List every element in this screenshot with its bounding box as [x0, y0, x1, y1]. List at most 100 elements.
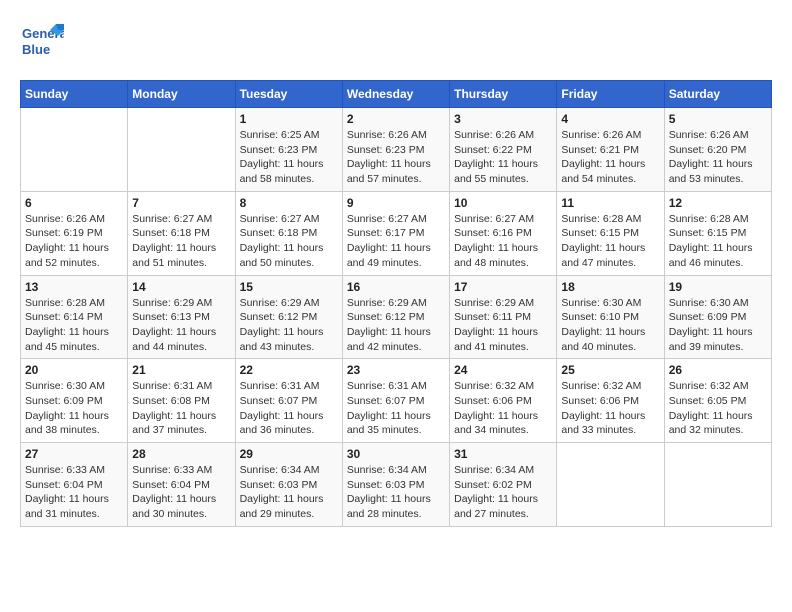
calendar-cell: 28 Sunrise: 6:33 AM Sunset: 6:04 PM Dayli…	[128, 443, 235, 527]
day-info: Sunrise: 6:27 AM Sunset: 6:16 PM Dayligh…	[454, 212, 552, 271]
day-header-thursday: Thursday	[450, 81, 557, 108]
day-info: Sunrise: 6:31 AM Sunset: 6:08 PM Dayligh…	[132, 379, 230, 438]
calendar-cell: 27 Sunrise: 6:33 AM Sunset: 6:04 PM Dayli…	[21, 443, 128, 527]
day-info: Sunrise: 6:28 AM Sunset: 6:15 PM Dayligh…	[561, 212, 659, 271]
day-number: 31	[454, 447, 552, 461]
day-number: 30	[347, 447, 445, 461]
day-number: 27	[25, 447, 123, 461]
day-info: Sunrise: 6:31 AM Sunset: 6:07 PM Dayligh…	[240, 379, 338, 438]
day-info: Sunrise: 6:27 AM Sunset: 6:18 PM Dayligh…	[132, 212, 230, 271]
day-header-sunday: Sunday	[21, 81, 128, 108]
day-info: Sunrise: 6:27 AM Sunset: 6:18 PM Dayligh…	[240, 212, 338, 271]
day-info: Sunrise: 6:33 AM Sunset: 6:04 PM Dayligh…	[25, 463, 123, 522]
day-header-saturday: Saturday	[664, 81, 771, 108]
calendar-cell: 1 Sunrise: 6:25 AM Sunset: 6:23 PM Daylig…	[235, 108, 342, 192]
day-info: Sunrise: 6:32 AM Sunset: 6:06 PM Dayligh…	[561, 379, 659, 438]
calendar-week-3: 13Sunrise: 6:28 AM Sunset: 6:14 PM Dayli…	[21, 275, 772, 359]
day-number: 28	[132, 447, 230, 461]
day-info: Sunrise: 6:32 AM Sunset: 6:06 PM Dayligh…	[454, 379, 552, 438]
day-number: 18	[561, 280, 659, 294]
calendar-cell	[128, 108, 235, 192]
day-number: 12	[669, 196, 767, 210]
day-header-wednesday: Wednesday	[342, 81, 449, 108]
calendar-cell: 26 Sunrise: 6:32 AM Sunset: 6:05 PM Dayli…	[664, 359, 771, 443]
calendar-week-1: 1 Sunrise: 6:25 AM Sunset: 6:23 PM Daylig…	[21, 108, 772, 192]
day-header-monday: Monday	[128, 81, 235, 108]
day-info: Sunrise: 6:26 AM Sunset: 6:22 PM Dayligh…	[454, 128, 552, 187]
day-number: 2	[347, 112, 445, 126]
day-info: Sunrise: 6:31 AM Sunset: 6:07 PM Dayligh…	[347, 379, 445, 438]
calendar-week-4: 20 Sunrise: 6:30 AM Sunset: 6:09 PM Dayli…	[21, 359, 772, 443]
calendar-table: SundayMondayTuesdayWednesdayThursdayFrid…	[20, 80, 772, 527]
day-number: 23	[347, 363, 445, 377]
calendar-cell: 30Sunrise: 6:34 AM Sunset: 6:03 PM Dayli…	[342, 443, 449, 527]
day-info: Sunrise: 6:28 AM Sunset: 6:14 PM Dayligh…	[25, 296, 123, 355]
day-number: 14	[132, 280, 230, 294]
day-info: Sunrise: 6:26 AM Sunset: 6:20 PM Dayligh…	[669, 128, 767, 187]
day-info: Sunrise: 6:26 AM Sunset: 6:21 PM Dayligh…	[561, 128, 659, 187]
calendar-cell: 11Sunrise: 6:28 AM Sunset: 6:15 PM Dayli…	[557, 191, 664, 275]
calendar-cell	[664, 443, 771, 527]
day-number: 25	[561, 363, 659, 377]
day-number: 6	[25, 196, 123, 210]
day-number: 15	[240, 280, 338, 294]
logo-graphic: General Blue	[20, 20, 64, 64]
day-info: Sunrise: 6:30 AM Sunset: 6:10 PM Dayligh…	[561, 296, 659, 355]
calendar-cell: 2 Sunrise: 6:26 AM Sunset: 6:23 PM Daylig…	[342, 108, 449, 192]
day-number: 26	[669, 363, 767, 377]
calendar-cell: 19 Sunrise: 6:30 AM Sunset: 6:09 PM Dayli…	[664, 275, 771, 359]
logo: General Blue	[20, 20, 64, 64]
svg-text:Blue: Blue	[22, 42, 50, 57]
day-number: 7	[132, 196, 230, 210]
day-header-tuesday: Tuesday	[235, 81, 342, 108]
calendar-cell: 5Sunrise: 6:26 AM Sunset: 6:20 PM Daylig…	[664, 108, 771, 192]
calendar-cell: 21 Sunrise: 6:31 AM Sunset: 6:08 PM Dayli…	[128, 359, 235, 443]
calendar-week-2: 6Sunrise: 6:26 AM Sunset: 6:19 PM Daylig…	[21, 191, 772, 275]
day-number: 19	[669, 280, 767, 294]
logo-container: General Blue	[20, 20, 64, 64]
day-info: Sunrise: 6:34 AM Sunset: 6:03 PM Dayligh…	[240, 463, 338, 522]
day-info: Sunrise: 6:29 AM Sunset: 6:12 PM Dayligh…	[347, 296, 445, 355]
calendar-cell: 10 Sunrise: 6:27 AM Sunset: 6:16 PM Dayli…	[450, 191, 557, 275]
day-info: Sunrise: 6:33 AM Sunset: 6:04 PM Dayligh…	[132, 463, 230, 522]
calendar-cell: 23 Sunrise: 6:31 AM Sunset: 6:07 PM Dayli…	[342, 359, 449, 443]
day-info: Sunrise: 6:29 AM Sunset: 6:12 PM Dayligh…	[240, 296, 338, 355]
day-number: 16	[347, 280, 445, 294]
calendar-week-5: 27 Sunrise: 6:33 AM Sunset: 6:04 PM Dayli…	[21, 443, 772, 527]
day-number: 21	[132, 363, 230, 377]
calendar-cell: 9Sunrise: 6:27 AM Sunset: 6:17 PM Daylig…	[342, 191, 449, 275]
page-header: General Blue	[20, 20, 772, 64]
day-number: 10	[454, 196, 552, 210]
calendar-cell: 14 Sunrise: 6:29 AM Sunset: 6:13 PM Dayli…	[128, 275, 235, 359]
calendar-cell: 16 Sunrise: 6:29 AM Sunset: 6:12 PM Dayli…	[342, 275, 449, 359]
calendar-cell: 24Sunrise: 6:32 AM Sunset: 6:06 PM Dayli…	[450, 359, 557, 443]
day-info: Sunrise: 6:30 AM Sunset: 6:09 PM Dayligh…	[669, 296, 767, 355]
calendar-cell: 22Sunrise: 6:31 AM Sunset: 6:07 PM Dayli…	[235, 359, 342, 443]
day-number: 20	[25, 363, 123, 377]
calendar-header-row: SundayMondayTuesdayWednesdayThursdayFrid…	[21, 81, 772, 108]
day-number: 1	[240, 112, 338, 126]
calendar-cell: 18 Sunrise: 6:30 AM Sunset: 6:10 PM Dayli…	[557, 275, 664, 359]
day-info: Sunrise: 6:29 AM Sunset: 6:11 PM Dayligh…	[454, 296, 552, 355]
day-info: Sunrise: 6:26 AM Sunset: 6:23 PM Dayligh…	[347, 128, 445, 187]
day-info: Sunrise: 6:34 AM Sunset: 6:02 PM Dayligh…	[454, 463, 552, 522]
calendar-cell: 25 Sunrise: 6:32 AM Sunset: 6:06 PM Dayli…	[557, 359, 664, 443]
calendar-cell	[557, 443, 664, 527]
calendar-cell: 17Sunrise: 6:29 AM Sunset: 6:11 PM Dayli…	[450, 275, 557, 359]
day-number: 4	[561, 112, 659, 126]
day-info: Sunrise: 6:25 AM Sunset: 6:23 PM Dayligh…	[240, 128, 338, 187]
calendar-cell: 8Sunrise: 6:27 AM Sunset: 6:18 PM Daylig…	[235, 191, 342, 275]
day-info: Sunrise: 6:32 AM Sunset: 6:05 PM Dayligh…	[669, 379, 767, 438]
day-info: Sunrise: 6:30 AM Sunset: 6:09 PM Dayligh…	[25, 379, 123, 438]
calendar-cell: 12Sunrise: 6:28 AM Sunset: 6:15 PM Dayli…	[664, 191, 771, 275]
calendar-cell: 4 Sunrise: 6:26 AM Sunset: 6:21 PM Daylig…	[557, 108, 664, 192]
day-header-friday: Friday	[557, 81, 664, 108]
calendar-cell: 15 Sunrise: 6:29 AM Sunset: 6:12 PM Dayli…	[235, 275, 342, 359]
calendar-cell: 29Sunrise: 6:34 AM Sunset: 6:03 PM Dayli…	[235, 443, 342, 527]
calendar-cell	[21, 108, 128, 192]
day-info: Sunrise: 6:29 AM Sunset: 6:13 PM Dayligh…	[132, 296, 230, 355]
calendar-cell: 20 Sunrise: 6:30 AM Sunset: 6:09 PM Dayli…	[21, 359, 128, 443]
calendar-cell: 7 Sunrise: 6:27 AM Sunset: 6:18 PM Daylig…	[128, 191, 235, 275]
calendar-cell: 31 Sunrise: 6:34 AM Sunset: 6:02 PM Dayli…	[450, 443, 557, 527]
day-info: Sunrise: 6:27 AM Sunset: 6:17 PM Dayligh…	[347, 212, 445, 271]
